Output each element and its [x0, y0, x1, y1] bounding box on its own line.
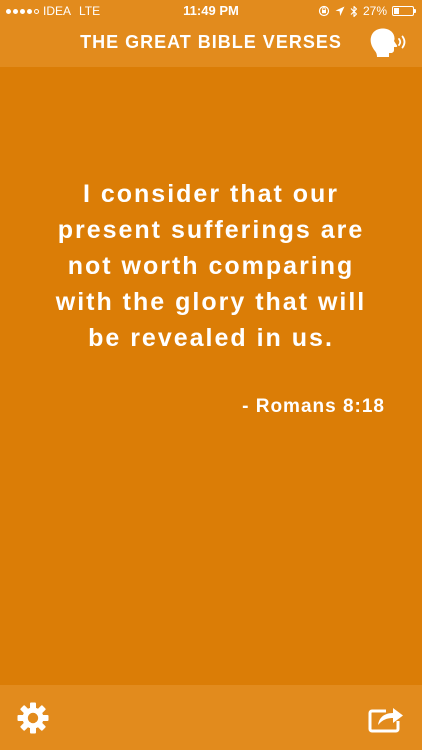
gear-icon	[17, 702, 49, 734]
share-button[interactable]	[368, 703, 406, 733]
bottom-toolbar	[0, 685, 422, 750]
battery-level	[394, 8, 399, 14]
status-bar: IDEA LTE 11:49 PM 27%	[0, 0, 422, 22]
verse-text: I consider that our present sufferings a…	[30, 176, 392, 356]
rotation-lock-icon	[318, 5, 330, 17]
status-right: 27%	[318, 0, 416, 22]
verse-line: with the glory that will	[55, 288, 367, 316]
app-title: THE GREAT BIBLE VERSES	[80, 32, 342, 52]
verse-line: present sufferings are	[57, 216, 365, 244]
battery-percent: 27%	[362, 4, 387, 18]
bluetooth-icon	[350, 5, 358, 17]
battery-icon	[392, 6, 416, 16]
speaking-head-icon	[370, 28, 406, 57]
location-arrow-icon	[335, 6, 345, 16]
speak-verse-button[interactable]	[368, 26, 408, 58]
verse-reference: - Romans 8:18	[242, 396, 385, 417]
verse-line: be revealed in us.	[88, 324, 334, 352]
verse-line: I consider that our	[82, 180, 340, 208]
settings-button[interactable]	[16, 701, 50, 735]
top-bar: IDEA LTE 11:49 PM 27% THE GREAT BIBLE VE…	[0, 0, 422, 67]
verse-line: not worth comparing	[67, 252, 355, 280]
share-icon	[368, 708, 403, 733]
